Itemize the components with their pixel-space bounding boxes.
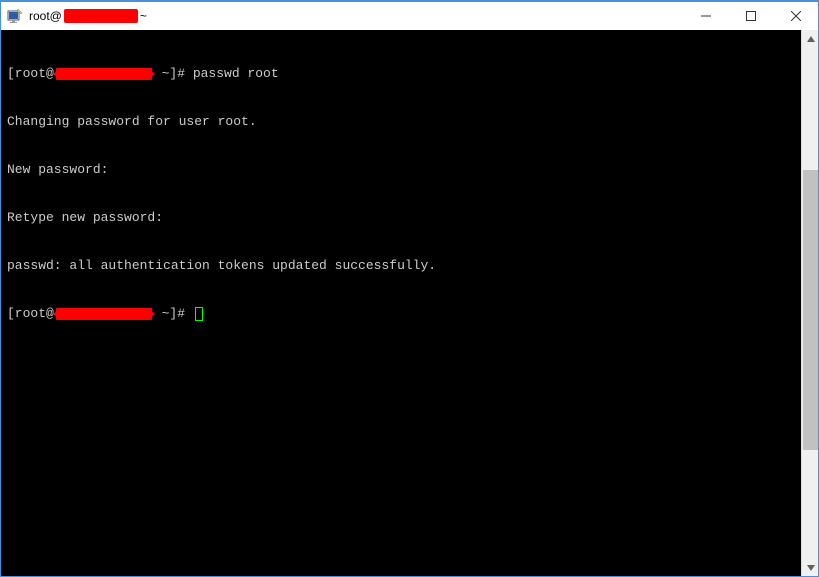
close-button[interactable]	[773, 2, 818, 30]
terminal-line: [root@ ~]# passwd root	[7, 66, 795, 82]
title-path: ~	[140, 9, 147, 23]
window-controls	[683, 2, 818, 30]
redacted-hostname	[56, 68, 152, 80]
putty-icon	[7, 8, 23, 24]
terminal-line: [root@ ~]#	[7, 306, 795, 322]
prompt-user: [root@	[7, 306, 54, 321]
cursor	[195, 307, 203, 321]
scroll-up-icon[interactable]	[802, 30, 819, 47]
terminal-line: Retype new password:	[7, 210, 795, 226]
titlebar[interactable]: root@ ~	[1, 2, 818, 30]
redacted-hostname	[64, 9, 138, 23]
terminal-line: passwd: all authentication tokens update…	[7, 258, 795, 274]
putty-window: root@ ~ [root@ ~]# passwd root Changing …	[0, 0, 819, 577]
scroll-down-icon[interactable]	[802, 559, 819, 576]
terminal[interactable]: [root@ ~]# passwd root Changing password…	[1, 30, 801, 576]
redacted-hostname	[56, 308, 152, 320]
prompt-path: ~]#	[154, 66, 193, 81]
maximize-button[interactable]	[728, 2, 773, 30]
vertical-scrollbar[interactable]	[801, 30, 818, 576]
window-title: root@ ~	[29, 9, 147, 23]
minimize-button[interactable]	[683, 2, 728, 30]
scrollbar-thumb[interactable]	[803, 170, 818, 450]
prompt-path: ~]#	[154, 306, 193, 321]
command-text: passwd root	[193, 66, 279, 81]
prompt-user: [root@	[7, 66, 54, 81]
terminal-line: Changing password for user root.	[7, 114, 795, 130]
title-user: root@	[29, 9, 62, 23]
terminal-area: [root@ ~]# passwd root Changing password…	[1, 30, 818, 576]
terminal-line: New password:	[7, 162, 795, 178]
